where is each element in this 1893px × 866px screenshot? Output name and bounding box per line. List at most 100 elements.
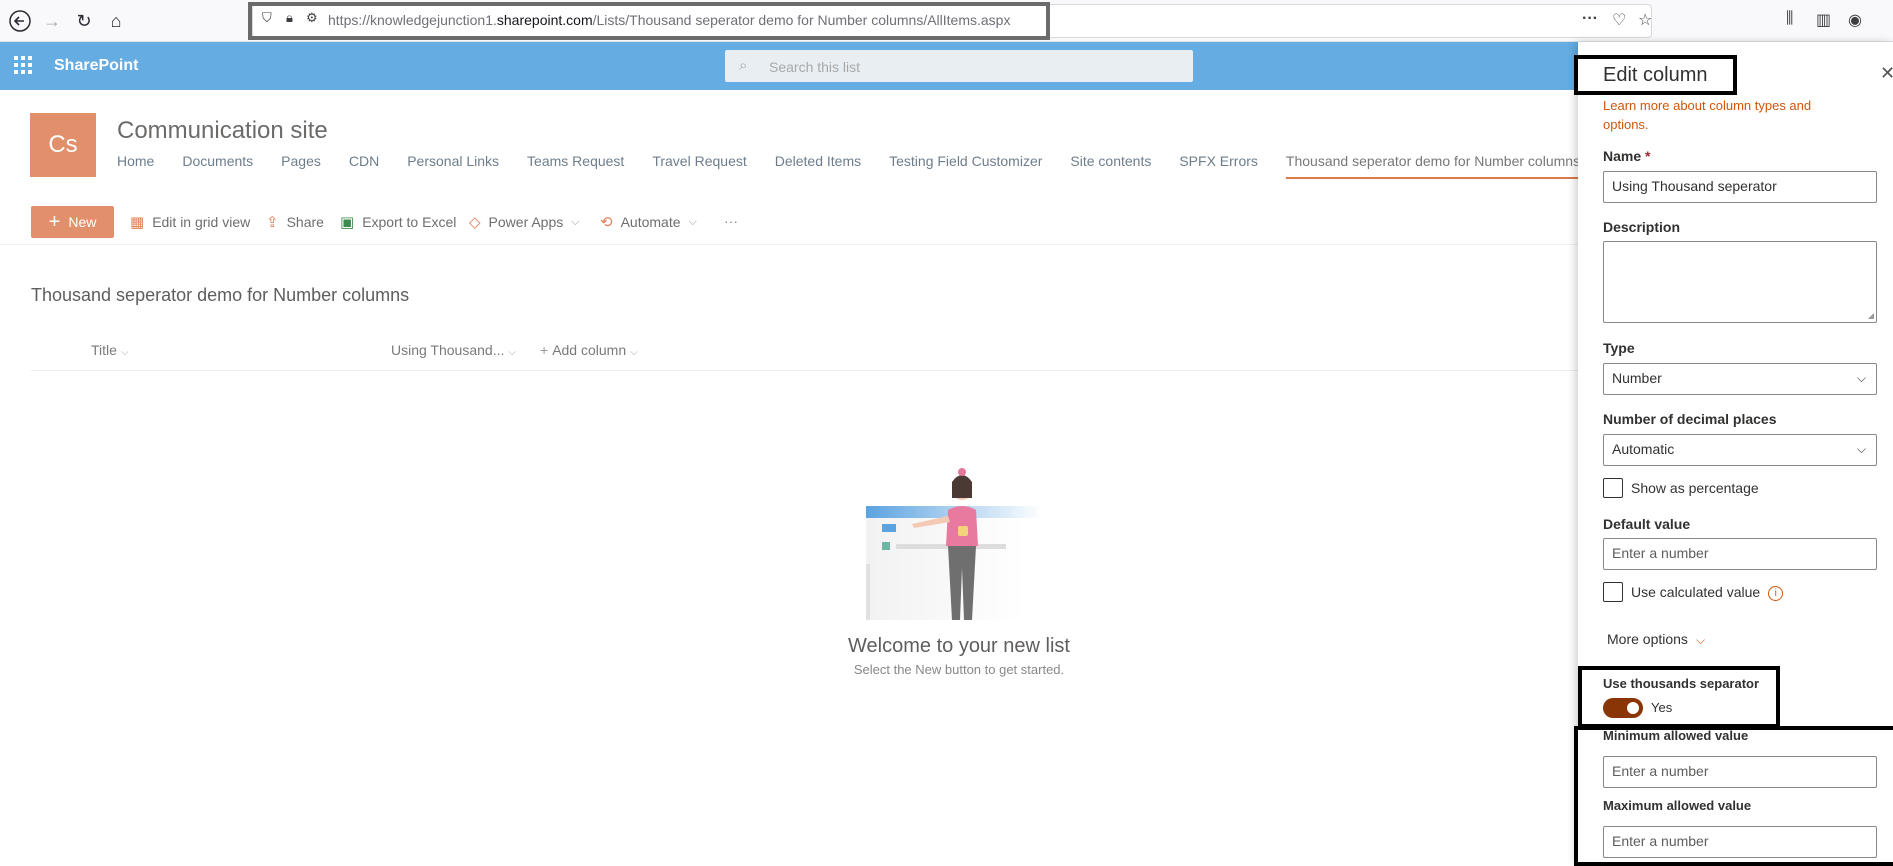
nav-item-deleted-items[interactable]: Deleted Items — [775, 153, 861, 179]
automate-label: Automate — [620, 214, 681, 230]
minimum-value-label: Minimum allowed value — [1603, 728, 1749, 743]
app-launcher-icon[interactable] — [14, 56, 34, 76]
use-calculated-label: Use calculated value i — [1631, 584, 1784, 601]
info-icon[interactable]: i — [1768, 585, 1784, 601]
chevron-down-icon: ⌵ — [120, 347, 129, 358]
minimum-value-field[interactable]: Enter a number — [1603, 756, 1877, 788]
chevron-down-icon: ⌵ — [1856, 442, 1866, 456]
nav-item-thousand-seperator-demo[interactable]: Thousand seperator demo for Number colum… — [1285, 153, 1581, 179]
list-title: Thousand seperator demo for Number colum… — [31, 285, 410, 305]
automate-icon: ⟲ — [600, 214, 613, 231]
resize-handle-icon[interactable]: ◢ — [1868, 311, 1874, 320]
default-value-field[interactable]: Enter a number — [1603, 538, 1877, 570]
empty-list-illustration — [866, 468, 1042, 620]
power-apps-icon: ◇ — [469, 214, 481, 231]
name-field[interactable]: Using Thousand seperator — [1603, 171, 1877, 203]
browser-toolbar: → ↻ ⌂ ⛉ 🔒︎ ⚙ https://knowledgejunction1.… — [0, 0, 1893, 42]
column-header-title[interactable]: Title ⌵ — [91, 342, 129, 358]
library-icon[interactable]: ⫼ — [1786, 10, 1793, 28]
description-field[interactable]: ◢ — [1603, 241, 1877, 323]
url-text[interactable]: https://knowledgejunction1.sharepoint.co… — [328, 12, 1010, 28]
thousands-separator-label: Use thousands separator — [1603, 676, 1760, 691]
type-label: Type — [1603, 340, 1635, 356]
thousands-separator-toggle[interactable] — [1603, 698, 1643, 718]
chevron-down-icon: ⌵ — [688, 215, 697, 228]
panel-title-highlight — [1574, 55, 1737, 95]
nav-item-cdn[interactable]: CDN — [349, 153, 379, 179]
column-divider — [31, 370, 1578, 371]
column-using-thousand-label: Using Thousand... — [391, 342, 505, 358]
nav-item-personal-links[interactable]: Personal Links — [407, 153, 499, 179]
search-input[interactable]: ⌕ Search this list — [725, 50, 1193, 82]
chevron-down-icon: ⌵ — [571, 215, 580, 228]
edit-grid-button[interactable]: ▦ Edit in grid view — [130, 213, 250, 231]
pocket-icon[interactable]: ♡ — [1612, 10, 1626, 30]
nav-item-documents[interactable]: Documents — [182, 153, 253, 179]
more-icon[interactable]: ··· — [1582, 10, 1598, 28]
reload-icon[interactable]: ↻ — [72, 9, 96, 33]
new-button[interactable]: + New — [31, 206, 114, 238]
back-arrow-icon[interactable] — [8, 9, 32, 33]
use-calculated-text: Use calculated value — [1631, 584, 1761, 600]
lock-icon[interactable]: 🔒︎ — [286, 10, 293, 26]
power-apps-button[interactable]: ◇ Power Apps ⌵ — [469, 213, 580, 231]
close-icon[interactable]: ✕ — [1880, 63, 1893, 84]
more-options-label: More options — [1607, 631, 1688, 647]
share-button[interactable]: ⇪ Share — [266, 213, 324, 231]
default-value-label: Default value — [1603, 516, 1691, 532]
sidebar-icon[interactable]: ▥ — [1816, 10, 1831, 30]
nav-item-teams-request[interactable]: Teams Request — [527, 153, 624, 179]
maximum-value-field[interactable]: Enter a number — [1603, 826, 1877, 858]
add-column-button[interactable]: + Add column ⌵ — [540, 342, 638, 358]
excel-icon: ▣ — [340, 214, 355, 231]
required-marker: * — [1645, 148, 1651, 164]
permissions-icon[interactable]: ⚙ — [306, 10, 318, 26]
forward-arrow-icon[interactable]: → — [40, 9, 64, 33]
more-commands-button[interactable]: ··· — [724, 213, 738, 229]
use-calculated-checkbox[interactable] — [1603, 582, 1623, 602]
more-options-toggle[interactable]: More options ⌵ — [1607, 631, 1705, 648]
search-icon: ⌕ — [739, 57, 748, 74]
column-header-using-thousand[interactable]: Using Thousand... ⌵ — [391, 342, 516, 358]
brand-name[interactable]: SharePoint — [54, 57, 138, 75]
nav-item-travel-request[interactable]: Travel Request — [652, 153, 746, 179]
decimal-places-label: Number of decimal places — [1603, 411, 1777, 427]
nav-item-site-contents[interactable]: Site contents — [1070, 153, 1151, 179]
export-label: Export to Excel — [362, 214, 457, 230]
new-button-label: New — [68, 214, 97, 230]
nav-item-home[interactable]: Home — [117, 153, 154, 179]
decimal-places-dropdown[interactable]: Automatic ⌵ — [1603, 434, 1877, 466]
description-label: Description — [1603, 219, 1681, 235]
automate-button[interactable]: ⟲ Automate ⌵ — [600, 213, 697, 231]
maximum-value-label: Maximum allowed value — [1603, 798, 1752, 813]
column-title-label: Title — [91, 342, 117, 358]
chevron-down-icon: ⌵ — [630, 347, 638, 358]
type-value: Number — [1612, 370, 1662, 386]
chevron-down-icon: ⌵ — [1856, 371, 1866, 385]
nav-item-testing-field-customizer[interactable]: Testing Field Customizer — [889, 153, 1042, 179]
show-percentage-label: Show as percentage — [1631, 480, 1759, 496]
name-label-text: Name — [1603, 148, 1642, 164]
bookmark-star-icon[interactable]: ☆ — [1638, 10, 1652, 30]
account-icon[interactable]: ◉ — [1848, 10, 1862, 30]
plus-icon: + — [540, 342, 549, 358]
home-icon[interactable]: ⌂ — [104, 9, 128, 33]
site-logo[interactable]: Cs — [30, 113, 96, 177]
site-title[interactable]: Communication site — [117, 117, 328, 145]
nav-item-pages[interactable]: Pages — [281, 153, 321, 179]
share-icon: ⇪ — [266, 214, 279, 231]
chevron-down-icon: ⌵ — [508, 347, 516, 358]
decimal-places-value: Automatic — [1612, 441, 1675, 457]
nav-item-spfx-errors[interactable]: SPFX Errors — [1179, 153, 1258, 179]
export-excel-button[interactable]: ▣ Export to Excel — [340, 213, 456, 231]
show-percentage-checkbox[interactable] — [1603, 478, 1623, 498]
toggle-knob — [1627, 702, 1639, 714]
learn-more-link[interactable]: Learn more about column types and option… — [1603, 96, 1843, 134]
edit-grid-label: Edit in grid view — [152, 214, 251, 230]
plus-icon: + — [48, 211, 61, 233]
add-column-label: Add column — [552, 342, 627, 358]
type-dropdown[interactable]: Number ⌵ — [1603, 363, 1877, 395]
site-navigation: Home Documents Pages CDN Personal Links … — [117, 153, 1624, 179]
chevron-down-icon: ⌵ — [1695, 633, 1706, 647]
shield-icon[interactable]: ⛉ — [262, 10, 272, 26]
